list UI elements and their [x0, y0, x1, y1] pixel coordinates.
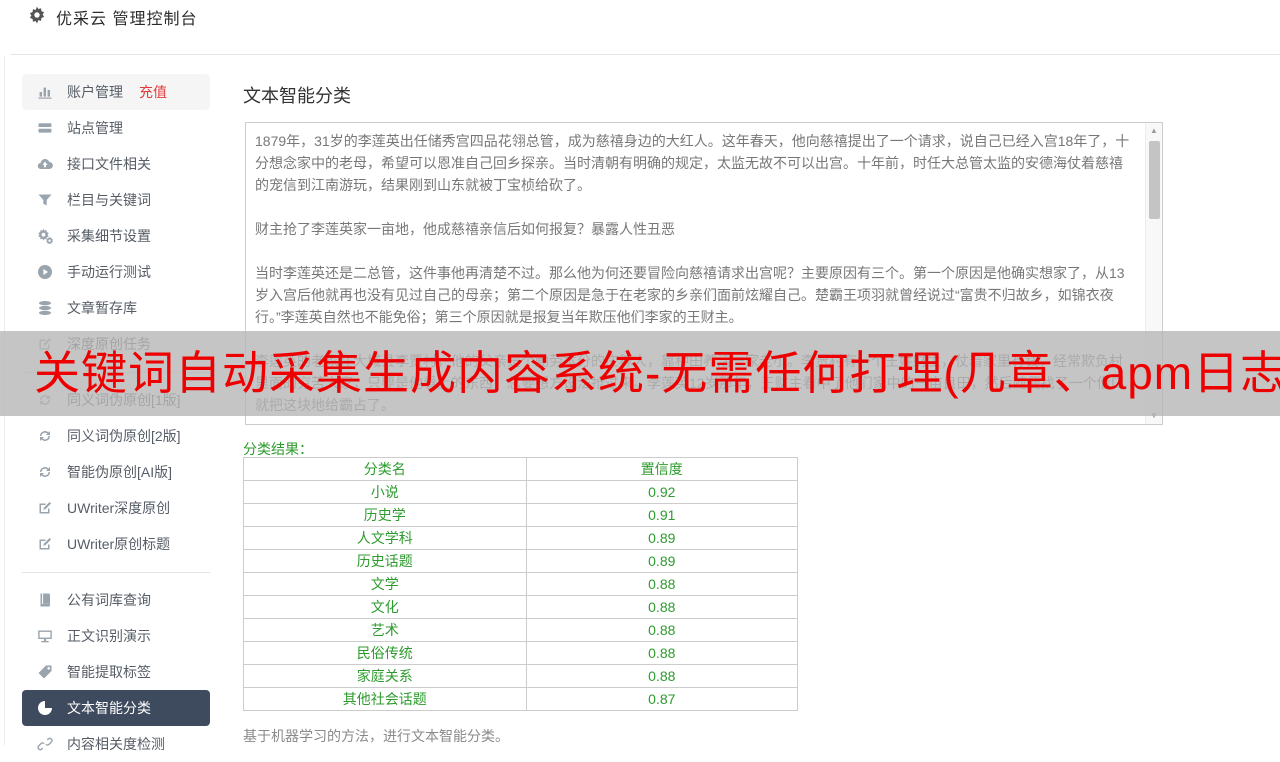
table-row: 艺术0.88: [244, 619, 798, 642]
scroll-up-arrow-icon[interactable]: ▲: [1146, 123, 1162, 139]
watermark-text: 关键词自动采集生成内容系统-无需任何打理(几章、apm日志监: [34, 331, 1280, 416]
cloud-upload-icon: [37, 156, 53, 172]
edit-icon: [37, 536, 53, 552]
scrollbar-thumb[interactable]: [1149, 141, 1160, 219]
sidebar-item-label: 手动运行测试: [67, 262, 151, 282]
gears-icon: [37, 228, 53, 244]
page-title: 文本智能分类: [243, 82, 351, 108]
sidebar-item-account[interactable]: 账户管理 充值: [22, 74, 210, 110]
sidebar-item-manual-run[interactable]: 手动运行测试: [22, 254, 210, 290]
sidebar-item-ai-original[interactable]: 智能伪原创[AI版]: [22, 454, 210, 490]
results-label: 分类结果：: [243, 439, 313, 459]
sidebar: 账户管理 充值 站点管理 接口文件相关 栏目与关键词 采集细节设置 手动运行测试…: [22, 74, 210, 762]
monitor-icon: [37, 628, 53, 644]
sidebar-item-content-recognition[interactable]: 正文识别演示: [22, 618, 210, 654]
table-cell: 人文学科: [244, 527, 527, 550]
table-cell: 0.89: [526, 527, 797, 550]
table-cell: 0.88: [526, 665, 797, 688]
table-row: 历史话题0.89: [244, 550, 798, 573]
table-cell: 0.91: [526, 504, 797, 527]
book-icon: [37, 592, 53, 608]
table-cell: 0.89: [526, 550, 797, 573]
results-table: 分类名 置信度 小说0.92历史学0.91人文学科0.89历史话题0.89文学0…: [243, 457, 798, 711]
table-cell: 文学: [244, 573, 527, 596]
app-title: 优采云 管理控制台: [56, 5, 197, 29]
sidebar-item-tag-extract[interactable]: 智能提取标签: [22, 654, 210, 690]
sidebar-item-label: 采集细节设置: [67, 226, 151, 246]
sidebar-item-collect-settings[interactable]: 采集细节设置: [22, 218, 210, 254]
sidebar-item-label: 文本智能分类: [67, 698, 151, 718]
table-row: 其他社会话题0.87: [244, 688, 798, 711]
watermark-overlay: 关键词自动采集生成内容系统-无需任何打理(几章、apm日志监: [0, 331, 1280, 416]
sidebar-item-label: 内容相关度检测: [67, 734, 165, 754]
table-cell: 0.88: [526, 596, 797, 619]
table-cell: 民俗传统: [244, 642, 527, 665]
edit-icon: [37, 500, 53, 516]
sidebar-item-label: 站点管理: [67, 118, 123, 138]
table-row: 人文学科0.89: [244, 527, 798, 550]
sidebar-item-label: 智能提取标签: [67, 662, 151, 682]
sidebar-item-label: 文章暂存库: [67, 298, 137, 318]
sidebar-item-sites[interactable]: 站点管理: [22, 110, 210, 146]
sidebar-item-api-files[interactable]: 接口文件相关: [22, 146, 210, 182]
sidebar-item-text-classify[interactable]: 文本智能分类: [22, 690, 210, 726]
table-cell: 家庭关系: [244, 665, 527, 688]
database-icon: [37, 300, 53, 316]
top-header: 优采云 管理控制台: [0, 0, 1280, 55]
table-cell: 0.92: [526, 481, 797, 504]
sidebar-item-label: 公有词库查询: [67, 590, 151, 610]
table-cell: 0.87: [526, 688, 797, 711]
sidebar-item-uwriter-title[interactable]: UWriter原创标题: [22, 526, 210, 562]
table-row: 历史学0.91: [244, 504, 798, 527]
sidebar-item-public-dict[interactable]: 公有词库查询: [22, 582, 210, 618]
sidebar-item-label: UWriter深度原创: [67, 498, 170, 518]
table-cell: 艺术: [244, 619, 527, 642]
table-cell: 小说: [244, 481, 527, 504]
sidebar-item-label: 账户管理: [67, 82, 123, 102]
column-header-confidence: 置信度: [526, 458, 797, 481]
gear-icon: [28, 6, 46, 29]
table-cell: 历史话题: [244, 550, 527, 573]
tag-icon: [37, 664, 53, 680]
table-row: 文学0.88: [244, 573, 798, 596]
sidebar-item-label: 栏目与关键词: [67, 190, 151, 210]
footnote: 基于机器学习的方法，进行文本智能分类。: [243, 726, 509, 746]
link-icon: [37, 736, 53, 752]
table-row: 民俗传统0.88: [244, 642, 798, 665]
table-cell: 0.88: [526, 642, 797, 665]
sidebar-item-relevance-check[interactable]: 内容相关度检测: [22, 726, 210, 762]
table-row: 小说0.92: [244, 481, 798, 504]
server-icon: [37, 120, 53, 136]
table-cell: 其他社会话题: [244, 688, 527, 711]
sidebar-item-synonym-2[interactable]: 同义词伪原创[2版]: [22, 418, 210, 454]
pie-chart-icon: [37, 700, 53, 716]
table-row: 家庭关系0.88: [244, 665, 798, 688]
table-row: 文化0.88: [244, 596, 798, 619]
sidebar-item-columns-keywords[interactable]: 栏目与关键词: [22, 182, 210, 218]
column-header-category: 分类名: [244, 458, 527, 481]
sidebar-item-label: 智能伪原创[AI版]: [67, 462, 172, 482]
header-divider: [10, 54, 1280, 55]
sidebar-item-label: 正文识别演示: [67, 626, 151, 646]
table-cell: 文化: [244, 596, 527, 619]
play-circle-icon: [37, 264, 53, 280]
table-cell: 0.88: [526, 573, 797, 596]
sidebar-item-article-store[interactable]: 文章暂存库: [22, 290, 210, 326]
sidebar-item-label: 接口文件相关: [67, 154, 151, 174]
sidebar-divider: [22, 562, 210, 582]
sidebar-item-label: UWriter原创标题: [67, 534, 170, 554]
table-cell: 历史学: [244, 504, 527, 527]
refresh-icon: [37, 464, 53, 480]
results-table-body: 小说0.92历史学0.91人文学科0.89历史话题0.89文学0.88文化0.8…: [244, 481, 798, 711]
table-header-row: 分类名 置信度: [244, 458, 798, 481]
sidebar-item-uwriter-deep[interactable]: UWriter深度原创: [22, 490, 210, 526]
recharge-badge[interactable]: 充值: [139, 82, 167, 102]
filter-icon: [37, 192, 53, 208]
bar-chart-icon: [37, 84, 53, 100]
sidebar-item-label: 同义词伪原创[2版]: [67, 426, 181, 446]
refresh-icon: [37, 428, 53, 444]
table-cell: 0.88: [526, 619, 797, 642]
